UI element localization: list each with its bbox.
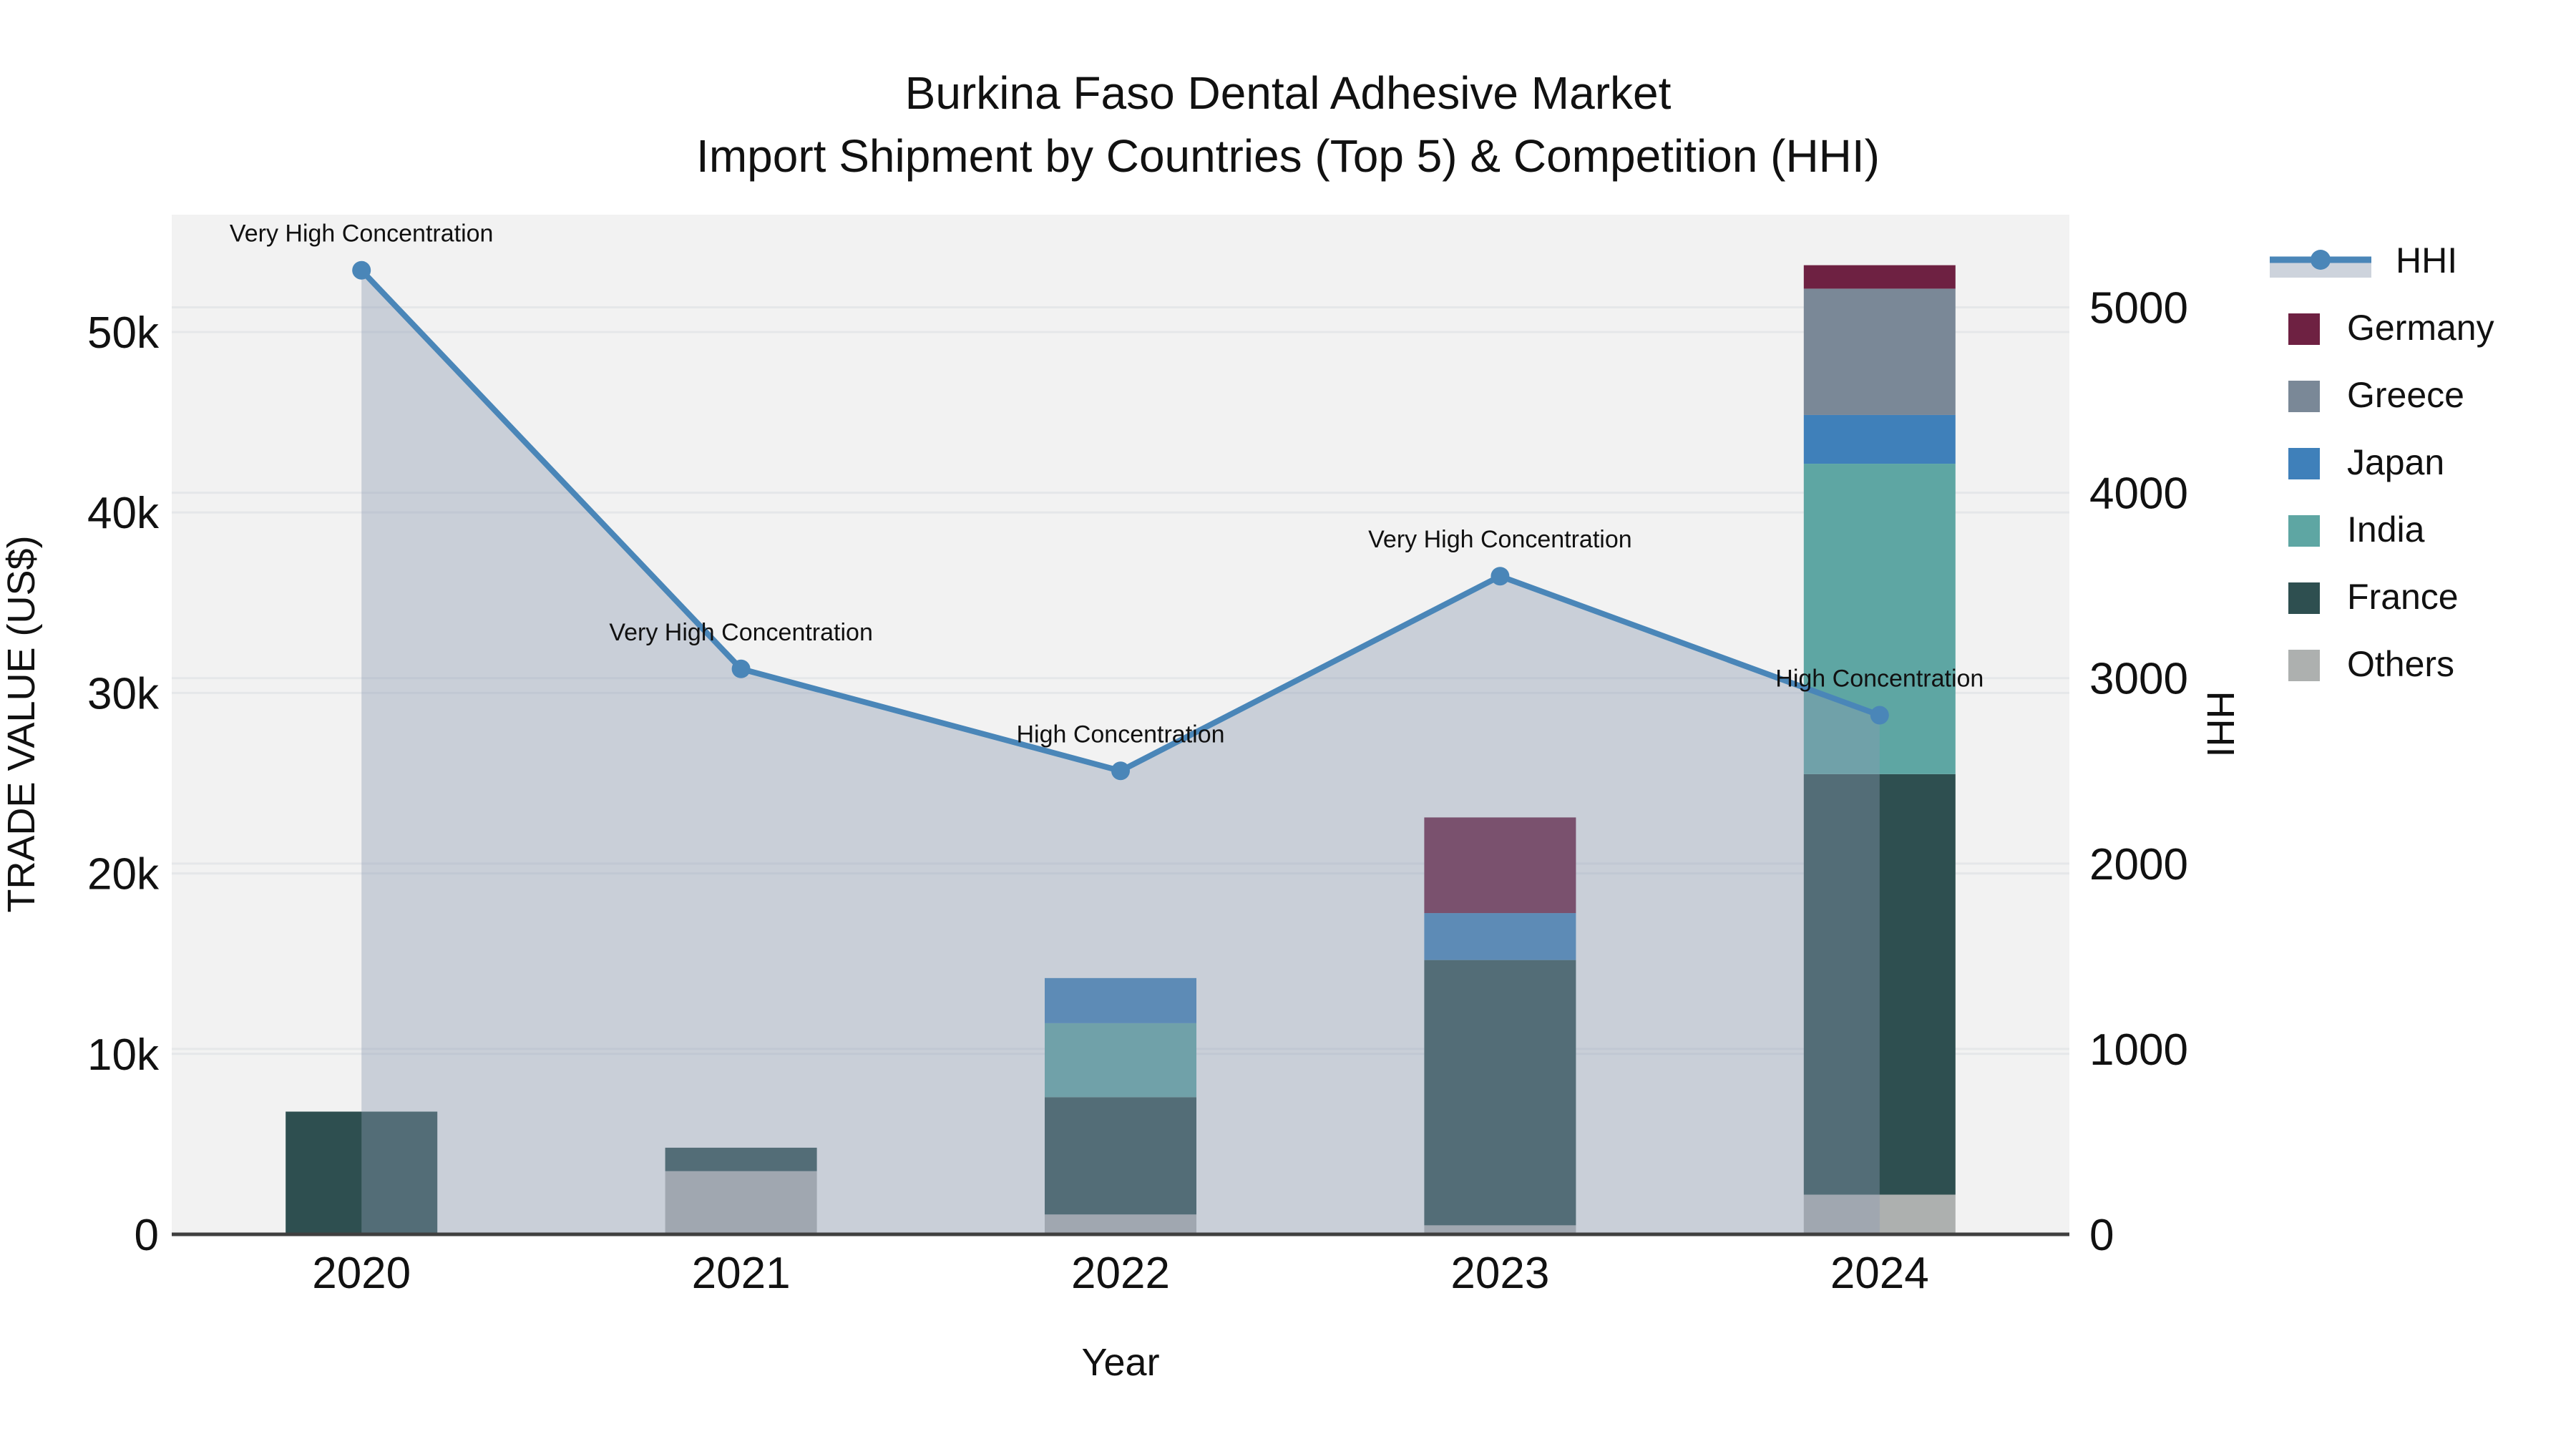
hhi-marker-2023[interactable] (1491, 567, 1510, 586)
legend-item-france[interactable]: France (2288, 577, 2459, 617)
left-tick-50k: 50k (87, 308, 160, 358)
right-y-axis-title: HHI (2199, 691, 2242, 758)
hhi-marker-2020[interactable] (352, 260, 371, 280)
legend-swatch-france (2288, 582, 2320, 614)
left-tick-20k: 20k (87, 850, 160, 899)
legend-label-japan: Japan (2347, 442, 2444, 482)
hhi-marker-2022[interactable] (1111, 761, 1130, 781)
annotation-2020: Very High Concentration (230, 220, 494, 248)
annotation-2023: Very High Concentration (1368, 526, 1632, 553)
annotation-2022: High Concentration (1016, 721, 1224, 748)
annotation-2021: Very High Concentration (609, 619, 873, 646)
legend-hhi-marker-sample (2311, 250, 2331, 270)
legend-item-india[interactable]: India (2288, 509, 2425, 550)
legend-item-others[interactable]: Others (2288, 644, 2454, 684)
left-tick-40k: 40k (87, 489, 160, 538)
bar-segment-germany-2024[interactable] (1803, 265, 1956, 289)
left-tick-0: 0 (135, 1211, 159, 1260)
legend-item-germany[interactable]: Germany (2288, 308, 2494, 348)
combo-chart: 0 10k 20k 30k 40k 50k 0 1000 2000 3000 4000 5000 202… (0, 67, 2494, 1384)
x-tick-2020: 2020 (312, 1249, 411, 1298)
right-tick-1000: 1000 (2089, 1025, 2188, 1075)
legend-swatch-japan (2288, 448, 2320, 479)
legend-swatch-india (2288, 515, 2320, 547)
left-tick-10k: 10k (87, 1030, 160, 1080)
left-y-axis-title: TRADE VALUE (US$) (0, 535, 43, 912)
legend-swatch-others (2288, 650, 2320, 681)
right-tick-2000: 2000 (2089, 840, 2188, 889)
legend-swatch-greece (2288, 381, 2320, 412)
right-tick-5000: 5000 (2089, 284, 2188, 333)
chart-subtitle: Import Shipment by Countries (Top 5) & C… (696, 130, 1880, 182)
legend-swatch-germany (2288, 313, 2320, 345)
x-tick-2021: 2021 (692, 1249, 791, 1298)
legend-item-greece[interactable]: Greece (2288, 375, 2464, 415)
x-tick-2022: 2022 (1071, 1249, 1170, 1298)
legend-label-greece: Greece (2347, 375, 2464, 415)
chart-canvas: 0 10k 20k 30k 40k 50k 0 1000 2000 3000 4000 5000 202… (0, 0, 2576, 1449)
legend-label-hhi: HHI (2396, 240, 2457, 280)
legend-label-others: Others (2347, 644, 2454, 684)
right-tick-3000: 3000 (2089, 655, 2188, 704)
right-tick-0: 0 (2089, 1211, 2114, 1260)
legend-label-germany: Germany (2347, 308, 2494, 348)
bar-segment-japan-2024[interactable] (1803, 414, 1956, 464)
x-tick-2024: 2024 (1830, 1249, 1929, 1298)
legend-label-france: France (2347, 577, 2459, 617)
annotation-2024: High Concentration (1775, 665, 1984, 693)
hhi-marker-2021[interactable] (731, 659, 751, 678)
chart-title: Burkina Faso Dental Adhesive Market (905, 67, 1672, 119)
hhi-marker-2024[interactable] (1870, 706, 1889, 725)
left-tick-30k: 30k (87, 669, 160, 718)
legend-item-japan[interactable]: Japan (2288, 442, 2444, 482)
right-tick-4000: 4000 (2089, 469, 2188, 519)
x-tick-2023: 2023 (1450, 1249, 1549, 1298)
x-axis-title: Year (1081, 1341, 1159, 1384)
legend-label-india: India (2347, 509, 2425, 550)
bar-segment-greece-2024[interactable] (1803, 288, 1956, 415)
legend: HHI Germany Greece Japan India France Others (2270, 240, 2494, 684)
legend-item-hhi[interactable]: HHI (2270, 240, 2457, 280)
